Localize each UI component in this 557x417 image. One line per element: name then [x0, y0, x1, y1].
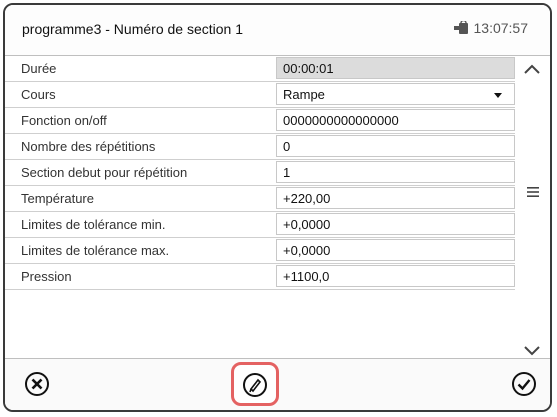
tolerance-min-field[interactable]: +0,0000	[276, 213, 515, 235]
list-item: Durée 00:00:01	[5, 56, 515, 82]
clock-time: 13:07:57	[473, 20, 529, 36]
menu-icon[interactable]	[527, 186, 539, 198]
chevron-down-icon	[494, 93, 502, 98]
field-label: Limites de tolérance max.	[21, 243, 170, 258]
list-item: Limites de tolérance min. +0,0000	[5, 212, 515, 238]
scroll-down-icon[interactable]	[522, 344, 542, 358]
scroll-up-icon[interactable]	[522, 62, 542, 76]
confirm-button[interactable]	[511, 371, 537, 397]
bottom-toolbar	[5, 358, 550, 410]
list-item: Cours Rampe	[5, 82, 515, 108]
field-label: Nombre des répétitions	[21, 139, 156, 154]
list-item: Section debut pour répétition 1	[5, 160, 515, 186]
edit-button[interactable]	[231, 362, 279, 406]
field-label: Température	[21, 191, 94, 206]
edit-pencil-icon	[243, 373, 267, 397]
title-bar: programme3 - Numéro de section 1 13:07:5…	[5, 5, 550, 56]
parameter-list: Durée 00:00:01 Cours Rampe Fonction on/o…	[5, 56, 515, 290]
repeat-start-section-field[interactable]: 1	[276, 161, 515, 183]
tolerance-max-field[interactable]: +0,0000	[276, 239, 515, 261]
onoff-function-field[interactable]: 0000000000000000	[276, 109, 515, 131]
cancel-button[interactable]	[24, 371, 50, 397]
repetitions-field[interactable]: 0	[276, 135, 515, 157]
field-label: Section debut pour répétition	[21, 165, 188, 180]
program-section-dialog: programme3 - Numéro de section 1 13:07:5…	[3, 3, 552, 412]
pressure-field[interactable]: +1100,0	[276, 265, 515, 287]
list-item: Fonction on/off 0000000000000000	[5, 108, 515, 134]
close-icon	[25, 372, 49, 396]
temperature-field[interactable]: +220,00	[276, 187, 515, 209]
scrollbar	[514, 56, 550, 362]
duration-field: 00:00:01	[276, 57, 515, 79]
field-label: Limites de tolérance min.	[21, 217, 166, 232]
course-select[interactable]: Rampe	[276, 83, 515, 105]
list-item: Limites de tolérance max. +0,0000	[5, 238, 515, 264]
field-label: Durée	[21, 61, 57, 76]
field-label: Cours	[21, 87, 56, 102]
list-item: Pression +1100,0	[5, 264, 515, 290]
field-label: Fonction on/off	[21, 113, 107, 128]
field-label: Pression	[21, 269, 72, 284]
list-item: Température +220,00	[5, 186, 515, 212]
list-item: Nombre des répétitions 0	[5, 134, 515, 160]
course-select-value: Rampe	[283, 87, 325, 102]
lock-icon	[453, 21, 468, 34]
clock: 13:07:57	[453, 20, 529, 36]
page-title: programme3 - Numéro de section 1	[22, 21, 243, 37]
checkmark-icon	[512, 372, 536, 396]
